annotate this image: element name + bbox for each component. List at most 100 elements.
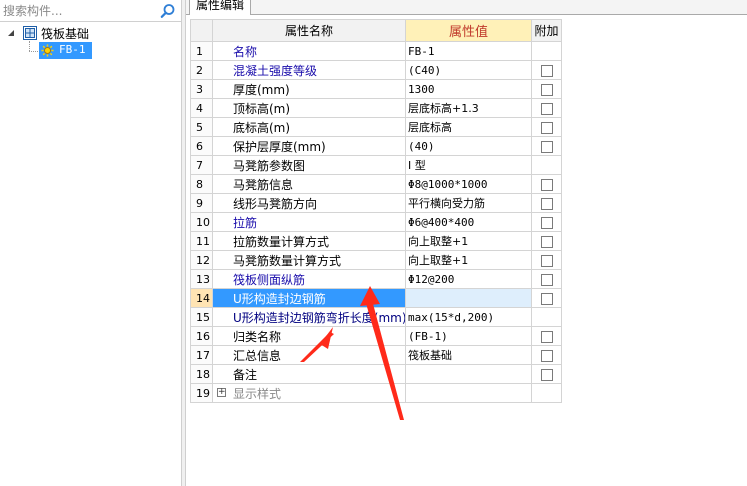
property-name[interactable]: U形构造封边钢筋 bbox=[212, 288, 406, 308]
property-name[interactable]: 线形马凳筋方向 bbox=[212, 193, 406, 213]
property-name[interactable]: 混凝土强度等级 bbox=[212, 60, 406, 80]
property-value[interactable]: 向上取整+1 bbox=[405, 250, 532, 270]
property-value[interactable]: Φ6@400*400 bbox=[405, 212, 532, 232]
search-input[interactable] bbox=[3, 2, 153, 20]
tree-connector bbox=[29, 51, 38, 52]
property-value[interactable]: (FB-1) bbox=[405, 326, 532, 346]
property-value[interactable]: 层底标高 bbox=[405, 117, 532, 137]
header-extra[interactable]: 附加 bbox=[531, 19, 562, 42]
table-row[interactable]: 11 拉筋数量计算方式 向上取整+1 bbox=[190, 231, 562, 251]
property-name[interactable]: 拉筋 bbox=[212, 212, 406, 232]
property-name[interactable]: 名称 bbox=[212, 41, 406, 61]
property-name[interactable]: 备注 bbox=[212, 364, 406, 384]
table-row[interactable]: 7 马凳筋参数图 I 型 bbox=[190, 155, 562, 175]
row-number: 10 bbox=[190, 212, 213, 232]
property-value[interactable]: (C40) bbox=[405, 60, 532, 80]
table-row[interactable]: 2 混凝土强度等级 (C40) bbox=[190, 60, 562, 80]
extra-checkbox[interactable] bbox=[540, 292, 553, 305]
extra-checkbox[interactable] bbox=[540, 197, 553, 210]
table-row[interactable]: 13 筏板侧面纵筋 Φ12@200 bbox=[190, 269, 562, 289]
extra-checkbox[interactable] bbox=[540, 121, 553, 134]
extra-checkbox[interactable] bbox=[540, 178, 553, 191]
tab-property-edit[interactable]: 属性编辑 bbox=[189, 0, 252, 15]
table-row-selected[interactable]: 14 U形构造封边钢筋 bbox=[190, 288, 562, 308]
property-name[interactable]: 筏板侧面纵筋 bbox=[212, 269, 406, 289]
table-row[interactable]: 15 U形构造封边钢筋弯折长度(mm) max(15*d,200) bbox=[190, 307, 562, 327]
table-row[interactable]: 17 汇总信息 筏板基础 bbox=[190, 345, 562, 365]
table-row[interactable]: 8 马凳筋信息 Φ8@1000*1000 bbox=[190, 174, 562, 194]
property-name[interactable]: 底标高(m) bbox=[212, 117, 406, 137]
table-row[interactable]: 1 名称 FB-1 bbox=[190, 41, 562, 61]
table-row[interactable]: 4 顶标高(m) 层底标高+1.3 bbox=[190, 98, 562, 118]
extra-cell bbox=[531, 136, 562, 156]
header-property-value[interactable]: 属性值 bbox=[405, 19, 532, 42]
tree-item-fb1[interactable]: FB-1 bbox=[39, 42, 92, 59]
table-row[interactable]: 10 拉筋 Φ6@400*400 bbox=[190, 212, 562, 232]
property-value[interactable] bbox=[405, 288, 532, 308]
extra-cell bbox=[531, 307, 562, 327]
property-value[interactable]: FB-1 bbox=[405, 41, 532, 61]
property-name[interactable]: 马凳筋参数图 bbox=[212, 155, 406, 175]
extra-checkbox[interactable] bbox=[540, 273, 553, 286]
table-row[interactable]: 12 马凳筋数量计算方式 向上取整+1 bbox=[190, 250, 562, 270]
property-name[interactable]: 保护层厚度(mm) bbox=[212, 136, 406, 156]
property-name[interactable]: 顶标高(m) bbox=[212, 98, 406, 118]
extra-checkbox[interactable] bbox=[540, 140, 553, 153]
table-row[interactable]: 18 备注 bbox=[190, 364, 562, 384]
property-grid: 属性名称 属性值 附加 1 名称 FB-1 2 混凝土强度等级 (C40) 3 … bbox=[190, 19, 562, 403]
property-value[interactable]: 筏板基础 bbox=[405, 345, 532, 365]
table-row[interactable]: 6 保护层厚度(mm) (40) bbox=[190, 136, 562, 156]
row-number: 16 bbox=[190, 326, 213, 346]
extra-checkbox[interactable] bbox=[540, 102, 553, 115]
property-value[interactable]: I 型 bbox=[405, 155, 532, 175]
extra-checkbox[interactable] bbox=[540, 254, 553, 267]
property-name[interactable]: 厚度(mm) bbox=[212, 79, 406, 99]
property-value[interactable]: max(15*d,200) bbox=[405, 307, 532, 327]
row-number: 19 bbox=[190, 383, 213, 403]
extra-checkbox[interactable] bbox=[540, 349, 553, 362]
header-property-name[interactable]: 属性名称 bbox=[212, 19, 406, 42]
property-value[interactable]: 层底标高+1.3 bbox=[405, 98, 532, 118]
extra-checkbox[interactable] bbox=[540, 83, 553, 96]
property-value[interactable]: 1300 bbox=[405, 79, 532, 99]
search-icon[interactable] bbox=[160, 3, 176, 19]
property-value[interactable]: Φ8@1000*1000 bbox=[405, 174, 532, 194]
search-bar bbox=[0, 0, 181, 22]
property-name[interactable]: 归类名称 bbox=[212, 326, 406, 346]
table-row[interactable]: 9 线形马凳筋方向 平行横向受力筋 bbox=[190, 193, 562, 213]
row-number: 7 bbox=[190, 155, 213, 175]
header-row-number bbox=[190, 19, 213, 42]
row-number: 5 bbox=[190, 117, 213, 137]
tab-strip: 属性编辑 bbox=[186, 0, 747, 15]
table-row-group[interactable]: 19 + 显示样式 bbox=[190, 383, 562, 403]
plus-box-icon[interactable]: + bbox=[217, 388, 226, 397]
property-editor-panel: 属性编辑 属性名称 属性值 附加 1 名称 FB-1 2 混凝土强度等级 (C4… bbox=[186, 0, 747, 486]
table-row[interactable]: 3 厚度(mm) 1300 bbox=[190, 79, 562, 99]
tree-connector bbox=[29, 41, 30, 51]
extra-checkbox[interactable] bbox=[540, 330, 553, 343]
row-number: 15 bbox=[190, 307, 213, 327]
property-name[interactable]: 马凳筋信息 bbox=[212, 174, 406, 194]
extra-checkbox[interactable] bbox=[540, 235, 553, 248]
property-value[interactable]: (40) bbox=[405, 136, 532, 156]
triangle-expanded-icon[interactable] bbox=[7, 29, 15, 37]
property-name[interactable]: 马凳筋数量计算方式 bbox=[212, 250, 406, 270]
extra-checkbox[interactable] bbox=[540, 368, 553, 381]
property-name[interactable]: 拉筋数量计算方式 bbox=[212, 231, 406, 251]
extra-cell bbox=[531, 288, 562, 308]
sun-gear-icon bbox=[41, 44, 54, 57]
extra-checkbox[interactable] bbox=[540, 64, 553, 77]
property-value[interactable]: 向上取整+1 bbox=[405, 231, 532, 251]
property-value[interactable]: Φ12@200 bbox=[405, 269, 532, 289]
property-value[interactable]: 平行横向受力筋 bbox=[405, 193, 532, 213]
property-name[interactable]: 汇总信息 bbox=[212, 345, 406, 365]
table-row[interactable]: 16 归类名称 (FB-1) bbox=[190, 326, 562, 346]
extra-checkbox[interactable] bbox=[540, 216, 553, 229]
grid-header-row: 属性名称 属性值 附加 bbox=[190, 19, 562, 42]
extra-cell bbox=[531, 98, 562, 118]
table-row[interactable]: 5 底标高(m) 层底标高 bbox=[190, 117, 562, 137]
property-value[interactable] bbox=[405, 364, 532, 384]
property-group-name[interactable]: + 显示样式 bbox=[212, 383, 406, 403]
tree-root-label[interactable]: 筏板基础 bbox=[41, 25, 89, 42]
property-name[interactable]: U形构造封边钢筋弯折长度(mm) bbox=[212, 307, 406, 327]
